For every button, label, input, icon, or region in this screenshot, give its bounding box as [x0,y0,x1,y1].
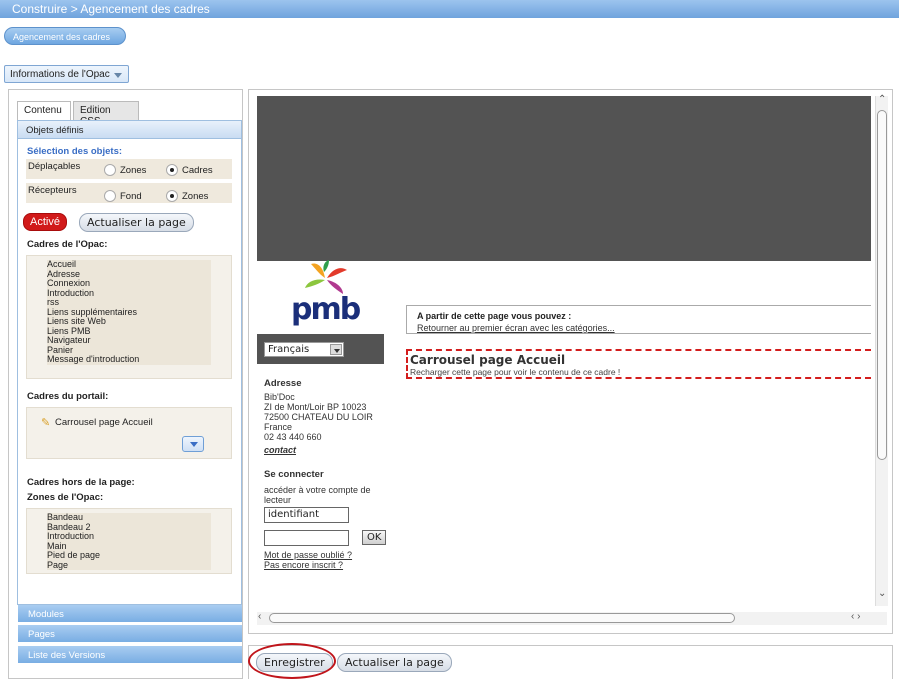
language-box: Français [257,334,384,364]
forgot-password-link[interactable]: Mot de passe oublié ? [264,550,352,560]
carousel-frame[interactable]: Carrousel page Accueil Recharger cette p… [406,349,871,379]
adresse-title: Adresse [264,378,302,389]
language-value: Français [268,344,310,355]
bandeau-banner [257,96,871,261]
radio-zones[interactable] [104,164,116,176]
connect-title: Se connecter [264,469,324,480]
radio-zones-recepteur-label: Zones [182,191,209,202]
adresse-line: ZI de Mont/Loir BP 10023 [264,402,367,412]
pencil-icon: ✎ [41,417,51,429]
opac-preview-frame: pmb Français Adresse Bib'Doc ZI de Mont/L… [248,89,893,634]
active-button[interactable]: Activé [23,213,67,231]
selection-title: Sélection des objets: [27,146,123,157]
deplacables-row: Déplaçables Zones Cadres [26,159,232,179]
opac-info-dropdown[interactable]: Informations de l'Opac [4,65,129,83]
pmb-logo-text: pmb [291,292,361,327]
tab-contenu[interactable]: Contenu [17,101,71,121]
scroll-right-icon[interactable]: ‹ › [851,611,860,622]
language-select[interactable]: Français [264,342,344,357]
chevron-down-icon [114,73,122,78]
cadres-portail-list: ✎ Carrousel page Accueil [26,407,232,459]
accordion-modules[interactable]: Modules [18,605,242,623]
agencement-pill-button[interactable]: Agencement des cadres [4,27,126,45]
contact-link[interactable]: contact [264,445,296,455]
radio-fond-label: Fond [120,191,142,202]
options-title: A partir de cette page vous pouvez : [417,311,572,321]
options-box: A partir de cette page vous pouvez : Ret… [406,305,871,334]
cadres-portail-title: Cadres du portail: [27,391,109,402]
carousel-title: Carrousel page Accueil [410,353,566,367]
register-link[interactable]: Pas encore inscrit ? [264,560,343,570]
accordion-pages[interactable]: Pages [18,625,242,643]
deplacables-label: Déplaçables [28,161,81,172]
options-link[interactable]: Retourner au premier écran avec les caté… [417,323,861,333]
connect-text: accéder à votre compte de lecteur [264,485,371,505]
radio-zones-label: Zones [120,165,147,176]
scroll-left-icon[interactable]: ‹ [258,611,261,622]
accordion-versions[interactable]: Liste des Versions [18,646,242,664]
horizontal-scrollbar[interactable]: ‹ ‹ › [257,611,887,625]
page-breadcrumb-bar: Construire > Agencement des cadres [0,0,899,18]
horizontal-scroll-thumb[interactable] [269,613,735,623]
objets-panel: Objets définis Sélection des objets: Dép… [17,120,242,605]
zones-opac-list: Bandeau Bandeau 2 Introduction Main Pied de … [26,508,232,574]
refresh-objects-button[interactable]: Actualiser la page [79,213,194,232]
password-input[interactable] [264,530,349,546]
objets-header[interactable]: Objets définis [18,121,241,139]
vertical-scroll-thumb[interactable] [877,110,887,460]
highlight-ring [248,643,336,679]
cadre-opac-item[interactable]: Introduction [47,288,211,298]
zone-opac-item[interactable]: Introduction [47,531,211,542]
radio-cadres-label: Cadres [182,165,213,176]
scroll-down-icon[interactable]: ⌄ [878,588,886,599]
left-panel: Contenu Edition CSS Objets définis Sélec… [8,89,243,679]
adresse-line: 02 43 440 660 [264,432,322,442]
zone-opac-item[interactable]: Pied de page [47,550,211,561]
adresse-line: France [264,422,293,432]
tab-edition-css[interactable]: Edition CSS [73,101,139,127]
login-input[interactable]: identifiant [264,507,349,523]
cadres-opac-title: Cadres de l'Opac: [27,239,108,250]
scroll-up-icon[interactable]: ⌃ [878,94,886,105]
cadre-opac-item[interactable]: Message d'introduction [47,354,211,365]
recepteurs-row: Récepteurs Fond Zones [26,183,232,203]
chevron-down-icon [330,344,342,355]
radio-zones-recepteur[interactable] [166,190,178,202]
cadres-opac-list: Accueil Adresse Connexion Introduction rss Li… [26,255,232,379]
refresh-page-button[interactable]: Actualiser la page [337,653,452,672]
zone-opac-item[interactable]: Page [47,560,211,570]
adresse-line: Bib'Doc [264,392,295,402]
frame-options-dropdown[interactable] [182,436,204,452]
zones-opac-title: Zones de l'Opac: [27,492,104,503]
hors-page-title: Cadres hors de la page: [27,477,135,488]
footer-bar: Enregistrer Actualiser la page [248,645,893,679]
adresse-block: Bib'Doc ZI de Mont/Loir BP 10023 72500 CHA… [264,392,394,442]
radio-cadres[interactable] [166,164,178,176]
vertical-scrollbar[interactable]: ⌃ ⌄ [875,94,888,606]
adresse-line: 72500 CHATEAU DU LOIR [264,412,373,422]
carousel-text: Recharger cette page pour voir le conten… [410,367,621,377]
radio-fond[interactable] [104,190,116,202]
ok-button[interactable]: OK [362,530,387,545]
chevron-down-icon [190,442,198,447]
carousel-frame-item[interactable]: Carrousel page Accueil [55,417,153,428]
opac-dropdown-label: Informations de l'Opac [10,69,110,80]
recepteurs-label: Récepteurs [28,185,77,196]
